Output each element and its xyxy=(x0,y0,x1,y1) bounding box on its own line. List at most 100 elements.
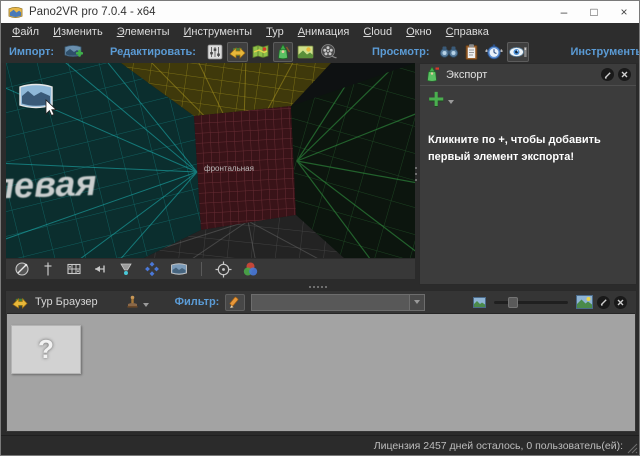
thumbnail-large-icon xyxy=(576,295,593,309)
menu-bar: Файл Изменить Элементы Инструменты Тур А… xyxy=(1,23,639,41)
main-toolbar: Импорт: Редактировать: xyxy=(1,41,639,63)
stopwatch-icon xyxy=(484,43,504,61)
export-panel-title: Экспорт xyxy=(446,69,597,81)
interaction-mode-icon[interactable] xyxy=(14,261,30,277)
add-export-dropdown-caret xyxy=(448,100,454,104)
view-label: Просмотр: xyxy=(372,46,430,58)
tour-map-button[interactable] xyxy=(227,42,248,62)
add-export-button[interactable]: + xyxy=(428,88,636,110)
close-icon xyxy=(617,299,624,306)
resize-grip[interactable] xyxy=(626,442,638,454)
menu-animation[interactable]: Анимация xyxy=(291,24,357,40)
node-type-caret xyxy=(143,303,149,307)
menu-edit[interactable]: Изменить xyxy=(46,24,110,40)
color-adjust-icon[interactable] xyxy=(242,261,259,278)
menu-tools[interactable]: Инструменты xyxy=(176,24,259,40)
plus-icon: + xyxy=(428,88,444,110)
binoculars-icon xyxy=(439,43,459,61)
front-face-label: фронтальная xyxy=(204,164,254,173)
title-bar: Pano2VR pro 7.0.4 - x64 – □ × xyxy=(1,1,639,23)
close-button[interactable]: × xyxy=(609,1,639,23)
left-face-label: левая xyxy=(6,162,97,207)
binoculars-button[interactable] xyxy=(438,42,460,62)
tour-browser-icon xyxy=(11,294,29,311)
preview-button[interactable] xyxy=(507,42,529,62)
panorama-add-icon xyxy=(64,43,84,61)
maximize-button[interactable]: □ xyxy=(579,1,609,23)
filter-dropdown-caret xyxy=(414,300,420,304)
hotspot-icon[interactable] xyxy=(118,261,134,277)
import-label: Импорт: xyxy=(9,46,54,58)
license-status-text: Лицензия 2457 дней осталось, 0 пользоват… xyxy=(374,440,623,452)
menu-cloud[interactable]: Cloud xyxy=(356,24,399,40)
minimize-button[interactable]: – xyxy=(549,1,579,23)
flag-marker-icon[interactable] xyxy=(92,261,108,277)
patch-gnome-icon xyxy=(274,43,292,61)
node-type-dropdown[interactable] xyxy=(126,295,149,310)
detach-pencil-icon xyxy=(600,298,608,306)
tour-browser-title: Тур Браузер xyxy=(35,296,98,308)
vertical-splitter[interactable] xyxy=(415,167,418,181)
menu-window[interactable]: Окно xyxy=(399,24,439,40)
export-panel-header: Экспорт xyxy=(420,64,636,86)
clipboard-button[interactable] xyxy=(462,42,481,62)
polygon-hotspot-icon[interactable] xyxy=(144,261,160,277)
tag-pencil-icon xyxy=(229,296,242,309)
detach-pencil-icon xyxy=(604,71,612,79)
map-button[interactable] xyxy=(250,42,271,62)
export-empty-message: Кликните по +, чтобы добавить первый эле… xyxy=(428,132,632,166)
app-icon xyxy=(8,5,23,20)
properties-button[interactable] xyxy=(205,42,225,62)
export-panel-detach-button[interactable] xyxy=(601,68,614,81)
thumbnail-size-slider[interactable] xyxy=(494,301,568,304)
thumbnail-small-icon xyxy=(473,297,486,308)
pin-point-icon[interactable] xyxy=(40,261,56,277)
filter-tag-button[interactable] xyxy=(225,294,245,311)
export-panel-close-button[interactable] xyxy=(618,68,631,81)
panorama-element-icon[interactable] xyxy=(170,261,188,277)
patch-grid-icon[interactable] xyxy=(66,261,82,277)
export-panel: Экспорт + Кликните по +, чтобы добавить … xyxy=(419,63,637,285)
import-panorama-button[interactable] xyxy=(63,42,85,62)
menu-help[interactable]: Справка xyxy=(439,24,496,40)
tour-panel-close-button[interactable] xyxy=(614,296,627,309)
map-icon xyxy=(251,43,270,61)
missing-preview-placeholder: ? xyxy=(38,334,54,365)
time-button[interactable] xyxy=(483,42,505,62)
clipboard-icon xyxy=(463,43,480,61)
default-view-target-icon[interactable] xyxy=(215,261,232,278)
image-icon xyxy=(296,43,315,61)
status-bar: Лицензия 2457 дней осталось, 0 пользоват… xyxy=(1,435,639,455)
image-button[interactable] xyxy=(295,42,316,62)
export-gnome-icon xyxy=(425,66,440,83)
tour-browser-content: ? xyxy=(7,313,635,431)
filter-input[interactable] xyxy=(251,294,409,311)
stamp-icon xyxy=(126,295,139,310)
toolbar-separator xyxy=(201,262,202,276)
tour-map-icon xyxy=(228,43,247,61)
close-icon xyxy=(621,71,628,78)
menu-tour[interactable]: Тур xyxy=(259,24,291,40)
tour-browser-header: Тур Браузер Фильтр: xyxy=(6,291,636,313)
app-window: Pano2VR pro 7.0.4 - x64 – □ × Файл Измен… xyxy=(0,0,640,456)
video-button[interactable] xyxy=(318,42,339,62)
film-reel-icon xyxy=(319,43,338,61)
filter-label: Фильтр: xyxy=(175,296,220,308)
tools-label: Инструменты: xyxy=(570,46,640,58)
thumbnail-photo: ? xyxy=(16,330,76,369)
filter-dropdown-button[interactable] xyxy=(409,294,425,311)
tour-browser-panel: Тур Браузер Фильтр: xyxy=(5,290,637,433)
eye-icon xyxy=(508,43,528,61)
viewer-toolbar xyxy=(6,259,415,279)
slider-handle[interactable] xyxy=(508,297,518,308)
menu-file[interactable]: Файл xyxy=(5,24,46,40)
patch-button[interactable] xyxy=(273,42,293,62)
edit-label: Редактировать: xyxy=(110,46,196,58)
tour-panel-detach-button[interactable] xyxy=(597,296,610,309)
panorama-viewport[interactable]: левая фронтальная xyxy=(6,63,415,258)
window-title: Pano2VR pro 7.0.4 - x64 xyxy=(29,6,156,18)
panorama-thumbnail[interactable]: ? xyxy=(11,325,81,374)
menu-elements[interactable]: Элементы xyxy=(110,24,177,40)
horizontal-splitter[interactable] xyxy=(309,286,327,289)
properties-icon xyxy=(206,43,224,61)
